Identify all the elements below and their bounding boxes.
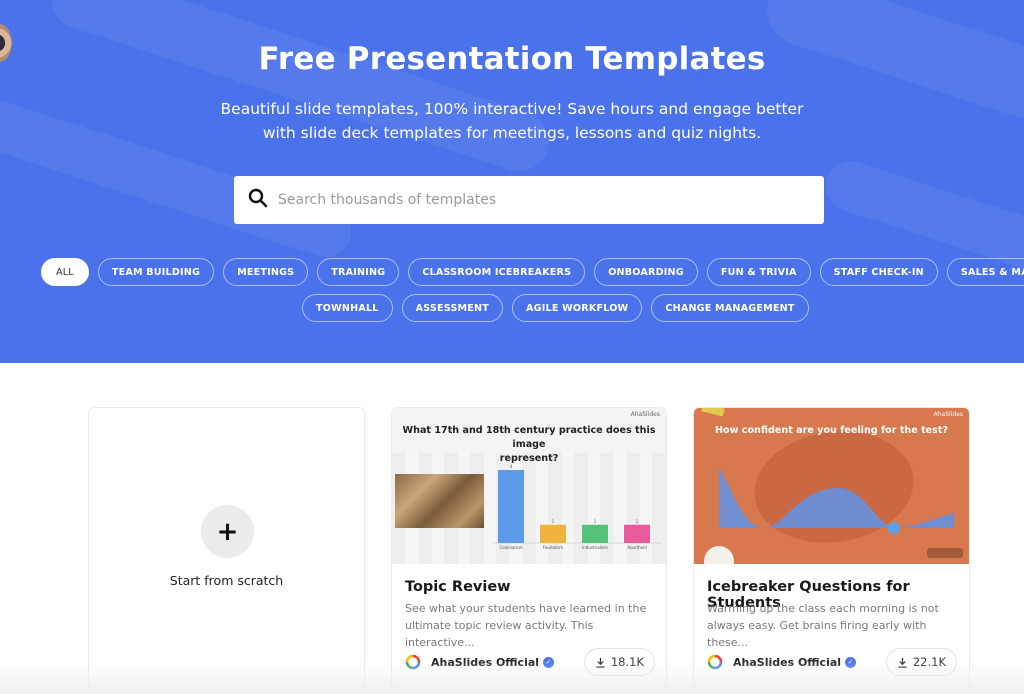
template-description: See what your students have learned in t… [405,600,655,651]
category-chip-assessment[interactable]: ASSESSMENT [401,294,504,322]
bar-category-label: Apartheid [627,545,647,550]
category-chip-staff-check-in[interactable]: STAFF CHECK-IN [819,258,938,286]
template-description: Warming up the class each morning is not… [707,600,957,651]
subtitle-line: Beautiful slide templates, 100% interact… [220,100,804,118]
download-count-button[interactable]: 18.1K [583,648,655,676]
description-line: ultimate topic review activity. This int… [405,619,594,649]
template-card[interactable]: AhaSlides How confident are you feeling … [693,407,970,689]
author-name[interactable]: AhaSlides Official [733,656,841,669]
description-line: See what your students have learned in t… [405,602,647,615]
download-count-button[interactable]: 22.1K [885,648,957,676]
category-chip-classroom-icebreakers[interactable]: CLASSROOM ICEBREAKERS [408,258,586,286]
start-from-scratch-label: Start from scratch [169,573,284,588]
category-chip-townhall[interactable]: TOWNHALL [302,294,393,322]
palette-decoration-icon [704,546,734,564]
ahaslides-logo-icon [707,654,723,670]
template-preview[interactable]: AhaSlides How confident are you feeling … [694,408,969,564]
bar-category-label: Feudalism [543,545,563,550]
download-count: 18.1K [610,655,644,669]
template-preview[interactable]: AhaSlides What 17th and 18th century pra… [392,408,666,564]
category-chip-fun-trivia[interactable]: FUN & TRIVIA [706,258,811,286]
template-title[interactable]: Topic Review [405,579,511,595]
start-from-scratch-card[interactable]: + Start from scratch [88,407,365,689]
page-title: Free Presentation Templates [258,41,766,77]
subtitle-line: with slide deck templates for meetings, … [262,124,762,142]
page-subtitle: Beautiful slide templates, 100% interact… [0,97,1024,145]
preview-question-line: What 17th and 18th century practice does… [402,425,656,450]
bar-value-label: 4 [510,464,513,469]
preview-bar-chart: 4 Colonialism 1 Feudalism 1 Industrialism 1 Apa… [492,464,662,550]
download-count: 22.1K [912,655,946,669]
download-icon [596,657,605,668]
category-chip-agile-workflow[interactable]: AGILE WORKFLOW [512,294,643,322]
slider-handle [888,522,900,534]
download-icon [898,657,907,668]
bar-value-label: 1 [594,519,597,524]
search-icon [248,188,268,212]
preview-brand-tag: AhaSlides [630,411,660,418]
preview-brand-tag: AhaSlides [933,411,963,418]
chart-bar [624,524,650,543]
template-footer: AhaSlides Official ✓ 22.1K [707,648,957,676]
pencil-decoration-icon [701,408,725,417]
search-input[interactable] [278,192,798,208]
verified-badge-icon: ✓ [543,656,555,668]
chart-bar [498,470,524,543]
preview-painting-image [395,474,484,528]
preview-stats-pill [927,548,963,558]
category-chip-meetings[interactable]: MEETINGS [223,258,309,286]
bar-value-label: 1 [636,519,639,524]
bar-value-label: 1 [552,519,555,524]
description-line: Warming up the class each morning is not [707,602,939,615]
category-filter-row: ALL TEAM BUILDING MEETINGS TRAINING CLAS… [41,258,1024,286]
category-filter-row: TOWNHALL ASSESSMENT AGILE WORKFLOW CHANG… [302,294,809,322]
ahaslides-logo-icon [405,654,421,670]
plus-icon[interactable]: + [201,505,254,558]
category-chip-all[interactable]: ALL [41,258,89,286]
category-chip-onboarding[interactable]: ONBOARDING [594,258,698,286]
bar-category-label: Industrialism [582,545,608,550]
preview-question: How confident are you feeling for the te… [714,425,949,436]
verified-badge-icon: ✓ [845,656,857,668]
preview-area-chart [719,468,954,534]
category-chip-team-building[interactable]: TEAM BUILDING [97,258,215,286]
category-chip-change-management[interactable]: CHANGE MANAGEMENT [651,294,809,322]
chart-bar [582,524,608,543]
category-chip-sales-marketing[interactable]: SALES & MARKETING PITCHES [946,258,1024,286]
author-name[interactable]: AhaSlides Official [431,656,539,669]
category-chip-training[interactable]: TRAINING [317,258,400,286]
area-series [719,468,954,528]
hero-banner: Free Presentation Templates Beautiful sl… [0,0,1024,363]
chart-bar [540,524,566,543]
description-line: always easy. Get brains firing early wit… [707,619,927,649]
bar-category-label: Colonialism [499,545,522,550]
search-bar[interactable] [234,176,824,224]
template-card[interactable]: AhaSlides What 17th and 18th century pra… [391,407,667,689]
template-footer: AhaSlides Official ✓ 18.1K [405,648,655,676]
